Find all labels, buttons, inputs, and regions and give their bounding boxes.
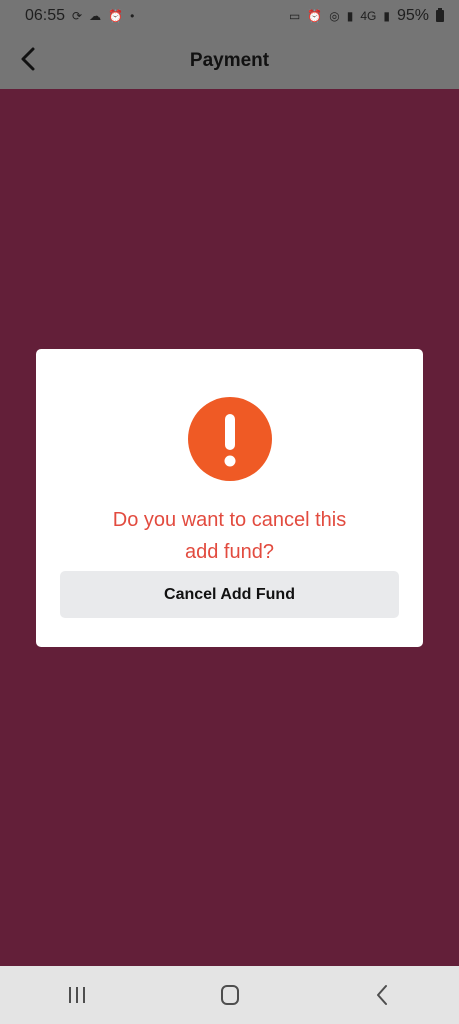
network-4g-icon: 4G [360,9,377,23]
bed-icon: ▭ [288,9,301,23]
back-button[interactable] [12,43,44,75]
back-arrow-icon [21,47,35,71]
status-time: 06:55 [25,7,66,24]
android-navigation-bar [0,966,459,1024]
exclamation-mark-icon [224,414,236,467]
alarm-icon: ⏰ [307,9,323,23]
dialog-message: Do you want to cancel this add fund? [56,504,403,568]
signal-icon: ▮ [383,9,390,23]
page-title: Payment [189,49,270,71]
payment-screen: 06:55 ⟳ ☁ ⏰ • ▭ ⏰ ◎ ▮ 4G ▮ 95% Payment D… [0,0,459,1024]
alarm-icon: ⏰ [108,9,124,23]
recent-apps-button[interactable] [42,975,112,1015]
battery-percent: 95% [396,7,429,24]
recent-apps-icon [68,987,85,1003]
exclamation-icon [188,397,272,481]
back-icon [376,985,387,1005]
dialog-message-line-1: Do you want to cancel this [112,509,347,531]
dialog-message-line-2: add fund? [185,541,274,563]
status-left: 06:55 ⟳ ☁ ⏰ • [25,7,134,25]
status-right: ▭ ⏰ ◎ ▮ 4G ▮ 95% [289,7,444,25]
cancel-add-fund-button[interactable]: Cancel Add Fund [60,571,399,618]
hotspot-icon: ◎ [329,9,340,23]
battery-icon [436,8,444,22]
system-back-button[interactable] [348,975,418,1015]
status-bar: 06:55 ⟳ ☁ ⏰ • ▭ ⏰ ◎ ▮ 4G ▮ 95% [0,0,459,32]
home-button[interactable] [195,975,265,1015]
home-icon [220,985,239,1005]
sync-icon: ⟳ [72,9,83,23]
app-bar: Payment [0,32,459,89]
dot-icon: • [130,9,135,23]
cancel-add-fund-dialog: Do you want to cancel this add fund? Can… [36,349,423,647]
cloud-icon: ☁ [89,9,102,23]
signal-icon: ▮ [346,9,354,23]
